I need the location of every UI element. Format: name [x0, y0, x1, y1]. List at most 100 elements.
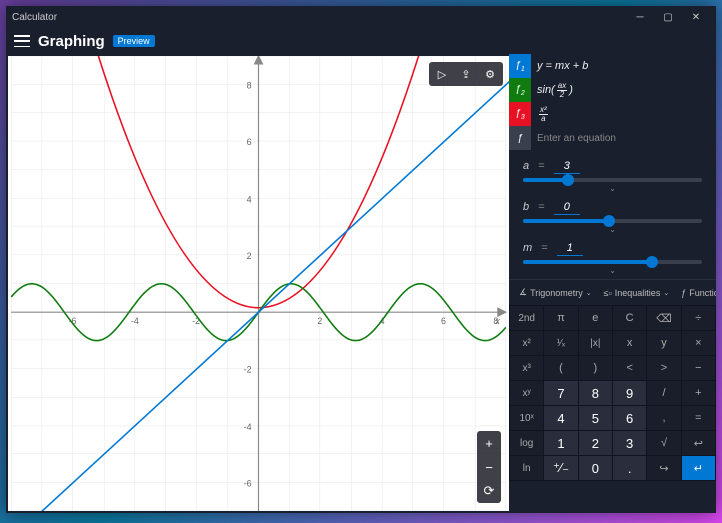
key-6[interactable]: 6: [613, 406, 646, 430]
variable-value[interactable]: 3: [554, 160, 580, 174]
variable-a: a = 3 ⌄: [523, 160, 702, 193]
key-3[interactable]: 3: [613, 431, 646, 455]
app-body: -6-4-2 2468 8642 -2-4-6 x ▷ ⇪ ⚙ +: [6, 54, 716, 513]
zoom-in-button[interactable]: +: [477, 431, 501, 455]
variable-name: b: [523, 201, 529, 213]
key->[interactable]: >: [647, 356, 680, 380]
svg-text:-6: -6: [244, 478, 252, 488]
app-window: Calculator ─ ▢ ✕ Graphing Preview: [6, 6, 716, 513]
zoom-controls: + − ⟳: [477, 431, 501, 503]
maximize-button[interactable]: ▢: [654, 6, 682, 28]
key-8[interactable]: 8: [579, 381, 612, 405]
variable-value[interactable]: 1: [557, 242, 583, 256]
equation-swatch[interactable]: ƒ3: [509, 102, 531, 126]
key-0[interactable]: 0: [579, 456, 612, 480]
keypad: 2ndπeC⌫÷ x²¹⁄ₓ|x|xy× x³()<>− xʸ789/+10ˣ456,…: [509, 305, 716, 481]
share-icon[interactable]: ⇪: [455, 64, 477, 84]
inequalities-dropdown[interactable]: ≤▫ Inequalities ⌄: [600, 284, 674, 301]
equation-expression[interactable]: x²a: [531, 102, 716, 126]
key-−[interactable]: −: [682, 356, 715, 380]
variable-b: b = 0 ⌄: [523, 201, 702, 234]
key-x³[interactable]: x³: [510, 356, 543, 380]
key-√[interactable]: √: [647, 431, 680, 455]
key-x²[interactable]: x²: [510, 331, 543, 355]
key-<[interactable]: <: [613, 356, 646, 380]
equals-sign: =: [538, 201, 544, 213]
key-)[interactable]: ): [579, 356, 612, 380]
key-2nd[interactable]: 2nd: [510, 306, 543, 330]
key-9[interactable]: 9: [613, 381, 646, 405]
graph-svg: -6-4-2 2468 8642 -2-4-6 x: [8, 56, 509, 511]
chevron-down-icon[interactable]: ⌄: [523, 266, 702, 275]
variables-panel: a = 3 ⌄ b = 0 ⌄: [509, 150, 716, 279]
svg-text:2: 2: [247, 251, 252, 261]
key-¹⁄ₓ[interactable]: ¹⁄ₓ: [544, 331, 577, 355]
equation-expression[interactable]: y = mx + b: [531, 54, 716, 78]
key-2[interactable]: 2: [579, 431, 612, 455]
key-=[interactable]: =: [682, 406, 715, 430]
key-⁺⁄₋[interactable]: ⁺⁄₋: [544, 456, 577, 480]
graph-settings-icon[interactable]: ⚙: [479, 64, 501, 84]
zoom-reset-button[interactable]: ⟳: [477, 479, 501, 503]
key-⌫[interactable]: ⌫: [647, 306, 680, 330]
chevron-down-icon[interactable]: ⌄: [523, 225, 702, 234]
variable-slider[interactable]: [523, 260, 702, 264]
key-1[interactable]: 1: [544, 431, 577, 455]
variable-slider[interactable]: [523, 178, 702, 182]
key-ln[interactable]: ln: [510, 456, 543, 480]
svg-text:x: x: [494, 316, 500, 326]
key-↪[interactable]: ↪: [647, 456, 680, 480]
equation-row-1[interactable]: ƒ1 y = mx + b: [509, 54, 716, 78]
function-dropdown[interactable]: ƒ Function ⌄: [677, 284, 716, 301]
equation-swatch[interactable]: ƒ2: [509, 78, 531, 102]
variable-slider[interactable]: [523, 219, 702, 223]
key-↵[interactable]: ↵: [682, 456, 715, 480]
svg-text:-2: -2: [244, 365, 252, 375]
equation-row-new[interactable]: ƒ Enter an equation: [509, 126, 716, 150]
minimize-button[interactable]: ─: [626, 6, 654, 28]
svg-text:-4: -4: [244, 422, 252, 432]
key-5[interactable]: 5: [579, 406, 612, 430]
key-log[interactable]: log: [510, 431, 543, 455]
equation-list: ƒ1 y = mx + b ƒ2 sin(ax2) ƒ3 x²a ƒ Enter…: [509, 54, 716, 150]
equation-row-3[interactable]: ƒ3 x²a: [509, 102, 716, 126]
graph-toolbar: ▷ ⇪ ⚙: [429, 62, 503, 86]
key-7[interactable]: 7: [544, 381, 577, 405]
equation-placeholder[interactable]: Enter an equation: [531, 126, 716, 150]
key-↩[interactable]: ↩: [682, 431, 715, 455]
equation-expression[interactable]: sin(ax2): [531, 78, 716, 102]
hamburger-menu-icon[interactable]: [14, 35, 30, 47]
equals-sign: =: [538, 160, 544, 172]
key-π[interactable]: π: [544, 306, 577, 330]
equation-row-2[interactable]: ƒ2 sin(ax2): [509, 78, 716, 102]
svg-text:8: 8: [247, 81, 252, 91]
key-+[interactable]: +: [682, 381, 715, 405]
key-/[interactable]: /: [647, 381, 680, 405]
trig-dropdown[interactable]: ∡ Trigonometry ⌄: [515, 284, 596, 301]
keypad-categories: ∡ Trigonometry ⌄ ≤▫ Inequalities ⌄ ƒ Fun…: [509, 279, 716, 305]
key-,[interactable]: ,: [647, 406, 680, 430]
key-x[interactable]: x: [613, 331, 646, 355]
variable-m: m = 1 ⌄: [523, 242, 702, 275]
preview-badge: Preview: [113, 35, 155, 47]
chevron-down-icon[interactable]: ⌄: [523, 184, 702, 193]
key-4[interactable]: 4: [544, 406, 577, 430]
key-([interactable]: (: [544, 356, 577, 380]
graph-canvas[interactable]: -6-4-2 2468 8642 -2-4-6 x ▷ ⇪ ⚙ +: [8, 56, 509, 511]
equation-swatch[interactable]: ƒ1: [509, 54, 531, 78]
key-|x|[interactable]: |x|: [579, 331, 612, 355]
variable-value[interactable]: 0: [554, 201, 580, 215]
side-panel: ƒ1 y = mx + b ƒ2 sin(ax2) ƒ3 x²a ƒ Enter…: [509, 54, 716, 513]
key-÷[interactable]: ÷: [682, 306, 715, 330]
key-×[interactable]: ×: [682, 331, 715, 355]
key-C[interactable]: C: [613, 306, 646, 330]
variable-name: m: [523, 242, 532, 254]
key-.[interactable]: .: [613, 456, 646, 480]
key-xʸ[interactable]: xʸ: [510, 381, 543, 405]
close-button[interactable]: ✕: [682, 6, 710, 28]
key-e[interactable]: e: [579, 306, 612, 330]
zoom-out-button[interactable]: −: [477, 455, 501, 479]
key-10ˣ[interactable]: 10ˣ: [510, 406, 543, 430]
trace-icon[interactable]: ▷: [431, 64, 453, 84]
key-y[interactable]: y: [647, 331, 680, 355]
